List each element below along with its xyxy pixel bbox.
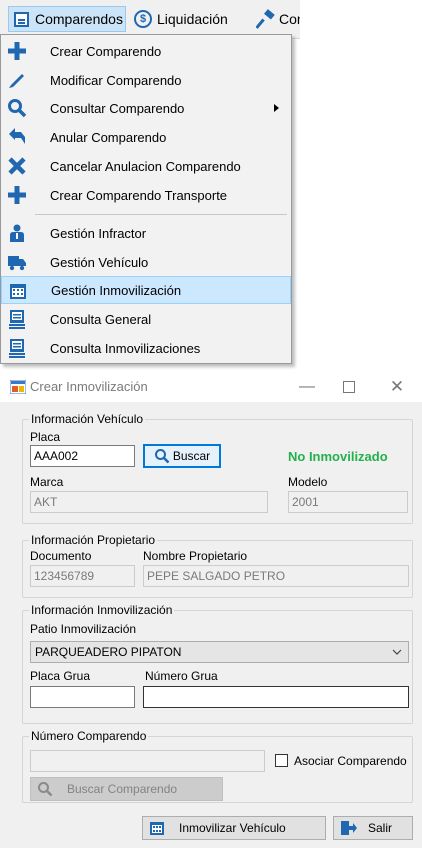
buscar-comparendo-label: Buscar Comparendo <box>67 782 178 796</box>
asociar-comparendo-checkbox[interactable] <box>275 754 288 767</box>
menu-item-label: Anular Comparendo <box>50 129 167 145</box>
placa-label: Placa <box>30 430 61 444</box>
menu-item-modificar-comparendo[interactable]: Modificar Comparendo <box>1 66 291 94</box>
menu-item-label: Consulta Inmovilizaciones <box>50 340 201 356</box>
maximize-icon[interactable] <box>334 376 364 398</box>
menu-separator <box>35 214 287 215</box>
search-icon <box>154 448 170 464</box>
menu-item-gestion-infractor[interactable]: Gestión Infractor <box>1 219 291 247</box>
person-icon <box>7 223 27 243</box>
placa-grua-input[interactable] <box>30 686 135 708</box>
menu-item-consulta-general[interactable]: Consulta General <box>1 305 291 333</box>
menu-item-label: Crear Comparendo Transporte <box>50 187 228 203</box>
crear-inmovilizacion-dialog: Crear Inmovilización — ✕ Información Veh… <box>0 372 422 848</box>
group-informacion-vehiculo: Información Vehículo Placa AAA002 Buscar… <box>22 412 413 524</box>
group-legend: Información Vehículo <box>29 412 146 426</box>
exit-door-icon <box>340 820 358 836</box>
menu-item-gestion-inmovilizacion[interactable]: Gestión Inmovilización <box>1 276 291 304</box>
group-legend: Información Inmovilización <box>29 603 175 617</box>
stack-icon <box>7 338 27 358</box>
buscar-comparendo-button[interactable]: Buscar Comparendo <box>30 777 223 801</box>
group-informacion-inmovilizacion: Información Inmovilización Patio Inmovil… <box>22 603 413 724</box>
stack-icon <box>7 309 27 329</box>
app-window-icon <box>9 379 27 395</box>
calendar-icon <box>8 281 28 301</box>
document-list-icon <box>14 11 29 27</box>
modelo-label: Modelo <box>288 475 328 489</box>
search-icon <box>37 781 53 797</box>
inmovilizar-vehiculo-label: Inmovilizar Vehículo <box>179 821 286 835</box>
plus-icon <box>7 41 27 61</box>
numero-grua-input[interactable] <box>143 686 409 708</box>
menu-item-anular-comparendo[interactable]: Anular Comparendo <box>1 123 291 151</box>
minimize-icon[interactable]: — <box>292 376 322 398</box>
menu-liquidacion-label: Liquidación <box>157 11 228 27</box>
menu-item-label: Gestión Inmovilización <box>51 282 182 298</box>
undo-arrow-icon <box>7 127 27 147</box>
chevron-down-icon <box>392 645 402 662</box>
menu-item-label: Cancelar Anulacion Comparendo <box>50 158 241 174</box>
dialog-titlebar: Crear Inmovilización — ✕ <box>0 372 422 402</box>
plus-icon <box>7 185 27 205</box>
gavel-icon <box>256 9 276 29</box>
inmovilizar-vehiculo-button[interactable]: Inmovilizar Vehículo <box>142 816 326 840</box>
menu-item-label: Gestión Infractor <box>50 225 147 241</box>
documento-field: 123456789 <box>30 565 135 587</box>
menu-item-crear-comparendo[interactable]: Crear Comparendo <box>1 37 291 65</box>
close-icon[interactable]: ✕ <box>382 376 412 398</box>
marca-label: Marca <box>30 475 64 489</box>
buscar-button[interactable]: Buscar <box>143 444 221 468</box>
calendar-icon <box>149 820 165 836</box>
group-numero-comparendo: Número Comparendo Asociar Comparendo Bus… <box>22 729 413 803</box>
placa-grua-label: Placa Grua <box>30 669 91 683</box>
patio-inmovilizacion-select[interactable]: PARQUEADERO PIPATON <box>30 641 409 663</box>
pencil-icon <box>7 70 27 90</box>
search-icon <box>7 98 27 118</box>
documento-label: Documento <box>30 549 92 563</box>
menu-item-label: Consultar Comparendo <box>50 100 185 116</box>
menu-item-gestion-vehiculo[interactable]: Gestión Vehículo <box>1 248 291 276</box>
nombre-propietario-field: PEPE SALGADO PETRO <box>143 565 409 587</box>
menu-item-label: Modificar Comparendo <box>50 72 182 88</box>
group-legend: Información Propietario <box>29 533 158 547</box>
modelo-field: 2001 <box>288 491 408 513</box>
dialog-title: Crear Inmovilización <box>30 379 148 394</box>
group-informacion-propietario: Información Propietario Documento 123456… <box>22 533 413 598</box>
numero-comparendo-field <box>30 750 265 772</box>
menu-item-crear-comparendo-transporte[interactable]: Crear Comparendo Transporte <box>1 181 291 209</box>
menu-item-label: Consulta General <box>50 311 152 327</box>
menu-con-label: Con <box>279 11 300 27</box>
menu-item-consulta-inmovilizaciones[interactable]: Consulta Inmovilizaciones <box>1 334 291 362</box>
menu-con[interactable]: Con <box>256 6 300 32</box>
menu-item-label: Crear Comparendo <box>50 43 162 59</box>
menu-item-cancelar-anulacion[interactable]: Cancelar Anulacion Comparendo <box>1 152 291 180</box>
menu-item-label: Gestión Vehículo <box>50 254 149 270</box>
group-legend: Número Comparendo <box>29 729 149 743</box>
patio-select-value: PARQUEADERO PIPATON <box>35 645 182 659</box>
numero-grua-label: Número Grua <box>145 669 218 683</box>
patio-inmovilizacion-label: Patio Inmovilización <box>30 622 137 636</box>
nombre-propietario-label: Nombre Propietario <box>143 549 248 563</box>
submenu-arrow-icon <box>274 104 279 112</box>
salir-button[interactable]: Salir <box>333 816 413 840</box>
menu-comparendos[interactable]: Comparendos <box>8 6 126 32</box>
menu-item-consultar-comparendo[interactable]: Consultar Comparendo <box>1 94 291 122</box>
dollar-circle-icon: $ <box>134 10 152 28</box>
marca-field: AKT <box>30 491 268 513</box>
x-icon <box>7 156 27 176</box>
placa-input[interactable]: AAA002 <box>30 445 135 467</box>
buscar-button-label: Buscar <box>172 449 211 463</box>
asociar-comparendo-label: Asociar Comparendo <box>294 754 407 768</box>
salir-label: Salir <box>368 821 393 835</box>
truck-icon <box>7 252 27 272</box>
status-badge: No Inmovilizado <box>288 449 388 464</box>
menu-liquidacion[interactable]: $ Liquidación <box>134 6 252 32</box>
comparendos-dropdown-menu: Crear Comparendo Modificar Comparendo Co… <box>0 34 292 364</box>
menu-comparendos-label: Comparendos <box>35 11 123 27</box>
